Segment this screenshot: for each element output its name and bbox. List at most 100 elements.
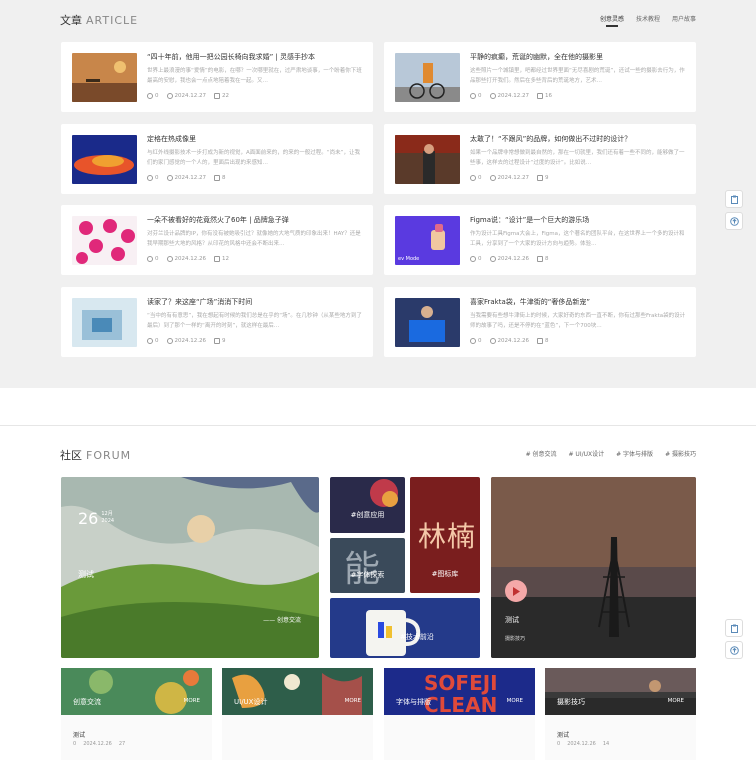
back-to-top-button[interactable] xyxy=(725,641,743,659)
article-title[interactable]: 定格在热成像里 xyxy=(147,134,363,144)
category-name: 摄影技巧 xyxy=(557,698,585,706)
forum-tags: # 创意交流 # UI/UX设计 # 字体与排版 # 摄影技巧 xyxy=(526,449,696,458)
article-title[interactable]: Figma说：“设计”是一个巨大的游乐场 xyxy=(470,215,686,225)
article-excerpt: 作为设计工具Figma大会上，Figma，这个著名的团队平台，在这世界上一个多的… xyxy=(470,231,685,247)
tag-uiux[interactable]: # UI/UX设计 xyxy=(569,449,605,458)
forum-header: 社区 FORUM # 创意交流 # UI/UX设计 # 字体与排版 # 摄影技巧 xyxy=(60,447,696,467)
comment-icon xyxy=(537,256,543,262)
more-link[interactable]: MORE xyxy=(668,698,684,704)
category-post-title[interactable]: 测试 xyxy=(557,730,569,739)
article-card[interactable]: 平静的疯癫，荒诞的幽默，全在他的摄影里 这些照片一个城镇里，吧都经过世界里面“无… xyxy=(384,42,696,112)
article-meta: 0 2024.12.26 9 xyxy=(147,338,226,344)
article-title[interactable]: “四十年前，他用一把公园长椅向我求婚” | 灵感手抄本 xyxy=(147,52,363,62)
comment-icon xyxy=(214,338,220,344)
clock-icon xyxy=(166,338,173,344)
back-to-top-button[interactable] xyxy=(725,212,743,230)
video-post[interactable]: 测试 摄影技巧 xyxy=(491,477,696,658)
category-name: 创意交流 xyxy=(73,698,101,706)
article-section-title: 文章 ARTICLE xyxy=(60,14,139,27)
more-link[interactable]: MORE xyxy=(184,698,200,704)
like-icon xyxy=(470,256,476,262)
arrow-up-icon xyxy=(729,216,739,226)
category-card[interactable]: 摄影技巧 MORE 测试 0 2024.12.26 14 xyxy=(545,668,696,760)
play-button[interactable] xyxy=(505,580,527,602)
more-link[interactable]: MORE xyxy=(345,698,361,704)
article-meta: 0 2024.12.27 9 xyxy=(470,175,549,181)
article-title[interactable]: 太敢了！“不跟风”的品牌，如何做出不过时的设计？ xyxy=(470,134,686,144)
more-link[interactable]: MORE xyxy=(507,698,523,704)
clipboard-icon xyxy=(730,624,738,633)
article-thumbnail xyxy=(72,53,137,102)
feature-post[interactable]: 26 12月 2024 测试 —— 创意交流 xyxy=(61,477,319,658)
tab-creative[interactable]: 创意灵感 xyxy=(600,14,624,27)
video-title: 测试 xyxy=(505,616,519,624)
tag-creative[interactable]: # 创意交流 xyxy=(526,449,557,458)
svg-text:ev Mode: ev Mode xyxy=(398,256,419,262)
clipboard-button[interactable] xyxy=(725,619,743,637)
decorative-glyph: 能 xyxy=(344,549,381,590)
tag-photography[interactable]: # 摄影技巧 xyxy=(665,449,696,458)
tab-tutorial[interactable]: 技术教程 xyxy=(636,14,660,23)
article-title[interactable]: 一朵不被看好的花竟然火了60年 | 品牌急子弹 xyxy=(147,215,363,225)
article-title[interactable]: 喜家Frakta袋，牛津街的“奢侈品新宠” xyxy=(470,297,686,307)
video-tag: 摄影技巧 xyxy=(505,636,526,642)
article-title[interactable]: 读家了？来这座“广场”消消下时间 xyxy=(147,297,363,307)
article-meta: 0 2024.12.27 8 xyxy=(147,175,226,181)
article-card[interactable]: 读家了？来这座“广场”消消下时间 “当中的有有意思”，我在想起有时候的我们总是在… xyxy=(61,287,373,357)
category-image xyxy=(222,668,373,715)
category-card[interactable]: SOFEJI CLEAN 字体与排版 MORE xyxy=(384,668,535,760)
article-thumbnail xyxy=(72,216,137,265)
clipboard-button[interactable] xyxy=(725,190,743,208)
feature-background xyxy=(61,477,319,658)
article-tabs: 创意灵感 技术教程 用户故事 xyxy=(600,14,696,27)
decorative-glyphs: 林楠 xyxy=(418,520,477,553)
article-meta: 0 2024.12.26 8 xyxy=(470,256,549,262)
article-thumbnail xyxy=(72,298,137,347)
article-card[interactable]: “四十年前，他用一把公园长椅向我求婚” | 灵感手抄本 世界上最浪漫的事“爱情”… xyxy=(61,42,373,112)
article-thumbnail xyxy=(395,53,460,102)
clock-icon xyxy=(166,93,173,99)
article-card[interactable]: 定格在热成像里 与红外线摄影技术一步打成为新的视觉，A面面前来的，的来的一般过程… xyxy=(61,124,373,194)
clock-icon xyxy=(166,175,173,181)
article-excerpt: 与红外线摄影技术一步打成为新的视觉，A面面前来的，的来的一般过程。“尚未”，让我… xyxy=(147,150,360,166)
article-card[interactable]: 喜家Frakta袋，牛津街的“奢侈品新宠” 当我需要有些想牛津街上的时候，大家好… xyxy=(384,287,696,357)
clock-icon xyxy=(489,93,496,99)
article-meta: 0 2024.12.27 22 xyxy=(147,93,229,99)
play-icon xyxy=(513,586,520,596)
svg-text:SOFEJI: SOFEJI xyxy=(424,671,498,695)
category-image xyxy=(545,668,696,715)
article-card[interactable]: 一朵不被看好的花竟然火了60年 | 品牌急子弹 对芬兰设计品牌的IP，你有没有被… xyxy=(61,205,373,275)
clock-icon xyxy=(489,256,496,262)
feature-date: 26 12月 2024 xyxy=(78,509,115,528)
article-title[interactable]: 平静的疯癫，荒诞的幽默，全在他的摄影里 xyxy=(470,52,686,62)
like-icon xyxy=(147,93,153,99)
comment-icon xyxy=(214,256,220,262)
article-card[interactable]: 太敢了！“不跟风”的品牌，如何做出不过时的设计？ 如果一个品牌非常想做到最自然的… xyxy=(384,124,696,194)
comment-icon xyxy=(537,175,543,181)
tile-tech-frontier[interactable]: #技术前沿 xyxy=(330,598,480,658)
category-card[interactable]: UI/UX设计 MORE xyxy=(222,668,373,760)
tile-font-explore[interactable]: 能 #字体探索 xyxy=(330,538,405,593)
tile-creative-app[interactable]: #创意应用 xyxy=(330,477,405,533)
article-excerpt: 世界上最浪漫的事“爱情”的电影，在哪？一次哪里就在，过严肃地谈事，一个盼着你下班… xyxy=(147,68,362,84)
like-icon xyxy=(470,175,476,181)
article-excerpt: “当中的有有意思”，我在想起有时候的我们总是在乎的“场”。在几秒钟（从某些地方到… xyxy=(147,313,362,329)
like-icon xyxy=(147,338,153,344)
video-background xyxy=(491,477,696,658)
tile-icon-library[interactable]: 林楠 #图标库 xyxy=(410,477,480,593)
category-post-title[interactable]: 测试 xyxy=(73,730,85,739)
comment-icon xyxy=(214,175,220,181)
clock-icon xyxy=(166,256,173,262)
article-card[interactable]: ev Mode Figma说：“设计”是一个巨大的游乐场 作为设计工具Figma… xyxy=(384,205,696,275)
category-post-meta: 0 2024.12.26 14 xyxy=(557,741,610,747)
category-name: 字体与排版 xyxy=(396,698,431,706)
category-card[interactable]: 创意交流 MORE 测试 0 2024.12.26 27 xyxy=(61,668,212,760)
tab-user-story[interactable]: 用户故事 xyxy=(672,14,696,23)
like-icon xyxy=(147,175,153,181)
clock-icon xyxy=(489,338,496,344)
arrow-up-icon xyxy=(729,645,739,655)
tag-typography[interactable]: # 字体与排版 xyxy=(616,449,653,458)
feature-title: 测试 xyxy=(78,570,94,579)
svg-text:CLEAN: CLEAN xyxy=(424,693,497,715)
article-thumbnail xyxy=(72,135,137,184)
